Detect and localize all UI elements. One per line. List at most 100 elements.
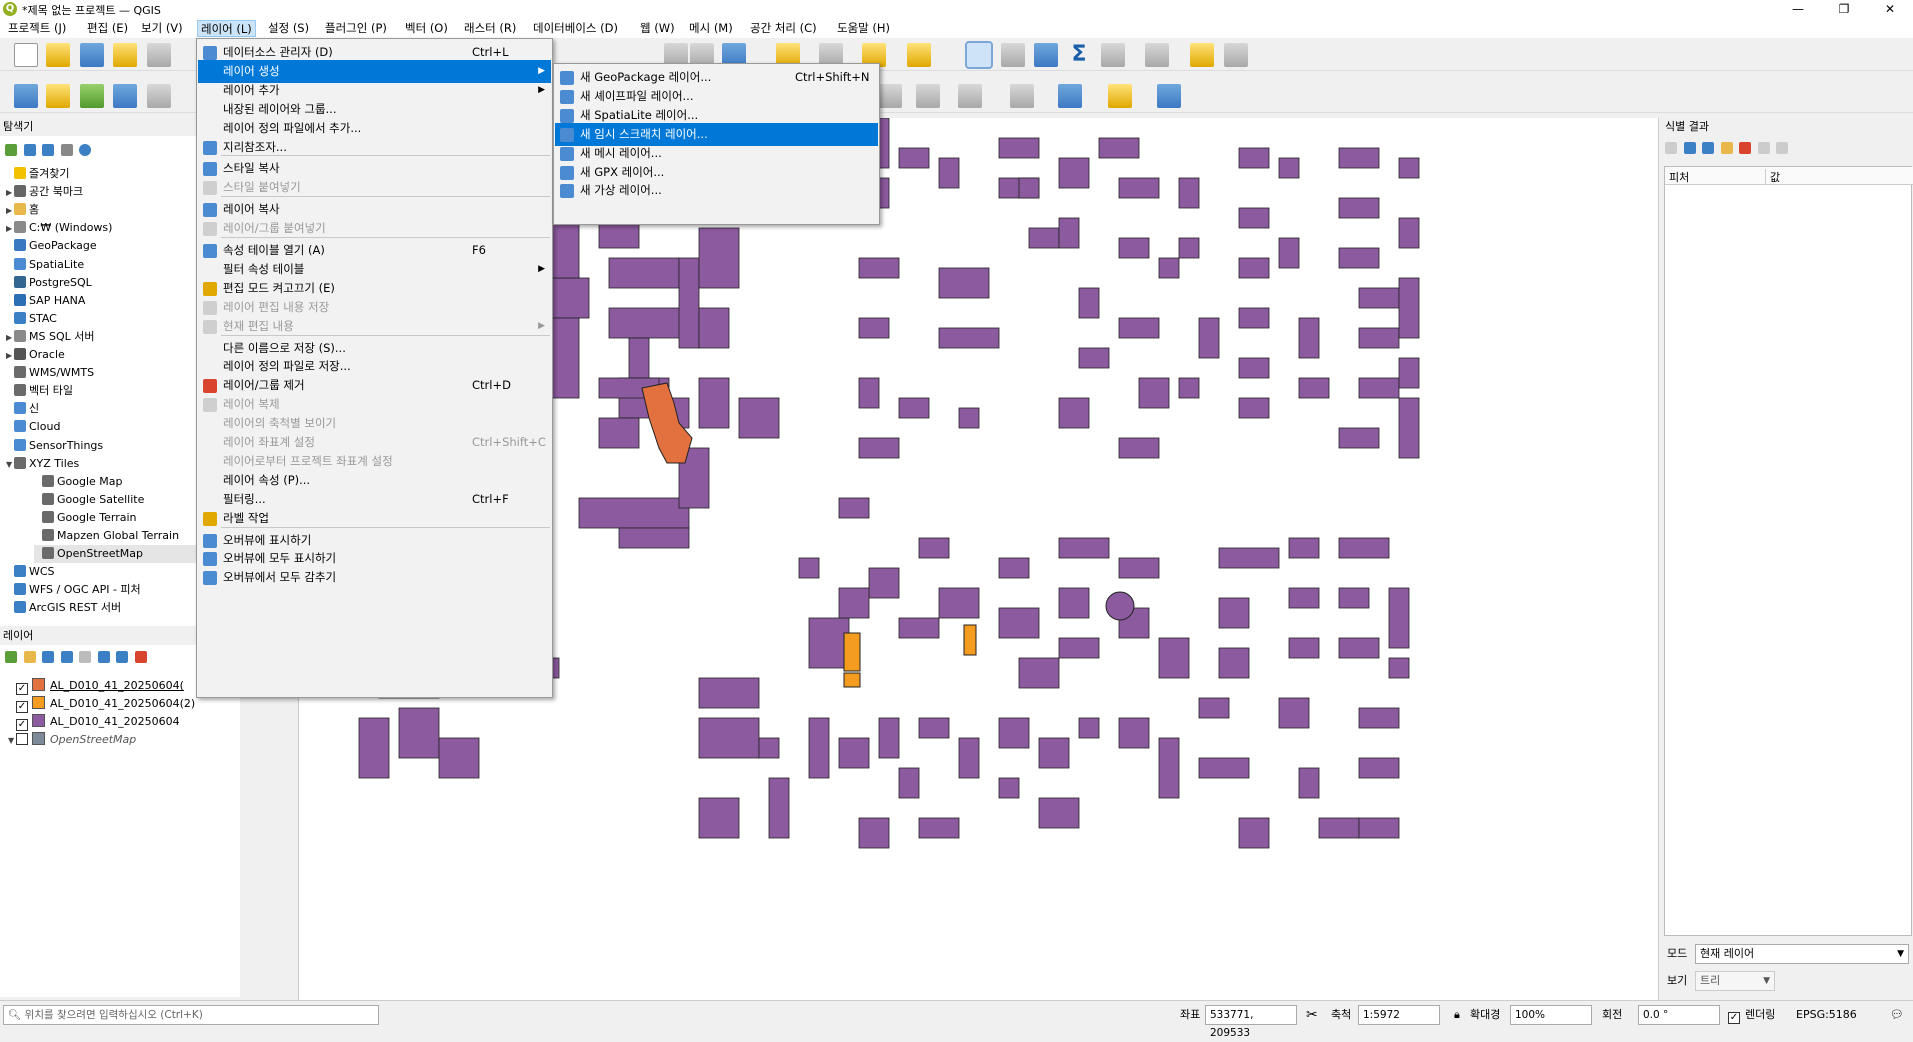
layer-item[interactable]: ✓ AL_D010_41_20250604(2): [8, 695, 195, 713]
field-calculator-icon[interactable]: [1101, 43, 1125, 67]
browser-item[interactable]: ▼ XYZ Tiles: [6, 455, 79, 473]
clear-results-icon[interactable]: [1739, 142, 1751, 154]
add-selected-icon[interactable]: [5, 144, 17, 156]
minimize-icon[interactable]: —: [1775, 0, 1821, 18]
annotation-icon[interactable]: [1190, 43, 1214, 67]
refresh-browser-icon[interactable]: [23, 144, 36, 156]
menu-mesh[interactable]: 메시 (M): [686, 20, 736, 37]
browser-item[interactable]: SensorThings: [6, 437, 103, 455]
browser-item[interactable]: WFS / OGC API - 피처: [6, 581, 141, 599]
browser-item[interactable]: Google Terrain: [34, 509, 137, 527]
expand-all-icon[interactable]: [97, 651, 110, 663]
toolbox-gear-icon[interactable]: [1034, 43, 1058, 67]
digitize-icon[interactable]: [878, 84, 902, 108]
browser-item[interactable]: SpatiaLite: [6, 256, 84, 274]
browser-item[interactable]: WMS/WMTS: [6, 364, 94, 382]
add-layer-icon[interactable]: [14, 84, 38, 108]
column-value[interactable]: 값: [1765, 169, 1780, 185]
chevron-right-icon[interactable]: ▶: [6, 220, 14, 238]
info-icon[interactable]: [79, 144, 91, 156]
menu-vector[interactable]: 벡터 (O): [402, 20, 451, 37]
python-icon[interactable]: [1108, 84, 1132, 108]
open-project-icon[interactable]: [46, 43, 70, 67]
menu-item[interactable]: 오버뷰에서 모두 감추기: [198, 566, 551, 589]
node-tool-icon[interactable]: [916, 84, 940, 108]
browser-item[interactable]: SAP HANA: [6, 292, 85, 310]
mode-select[interactable]: 현재 레이어 ▼: [1695, 944, 1909, 964]
collapse-all-icon[interactable]: [60, 144, 73, 156]
menu-edit[interactable]: 편집 (E): [84, 20, 131, 37]
maximize-icon[interactable]: ❐: [1821, 0, 1867, 18]
close-icon[interactable]: ✕: [1867, 0, 1913, 18]
browser-item[interactable]: GeoPackage: [6, 237, 97, 255]
browser-item[interactable]: ▶ C:₩ (Windows): [6, 219, 112, 237]
add-raster-icon[interactable]: [80, 84, 104, 108]
menu-plugins[interactable]: 플러그인 (P): [322, 20, 390, 37]
chevron-right-icon[interactable]: ▶: [6, 184, 14, 202]
identify-table[interactable]: 피처 값: [1664, 166, 1913, 936]
browser-item[interactable]: ▶ Oracle: [6, 346, 65, 364]
copy-feature-icon[interactable]: [1757, 142, 1770, 154]
layer-item[interactable]: ✓ AL_D010_41_20250604(: [8, 677, 184, 695]
identify-icon[interactable]: [965, 41, 993, 69]
help-icon[interactable]: [1157, 84, 1181, 108]
identify-select-icon[interactable]: [1720, 142, 1733, 154]
scale-field[interactable]: 1:5972: [1358, 1005, 1440, 1025]
browser-item[interactable]: STAC: [6, 310, 57, 328]
chevron-right-icon[interactable]: ▶: [6, 202, 14, 220]
menu-item[interactable]: 새 가상 레이어...: [555, 179, 878, 202]
zoom-icon[interactable]: [1224, 43, 1248, 67]
move-feature-icon[interactable]: [958, 84, 982, 108]
add-group-icon[interactable]: [23, 651, 36, 663]
remove-layer-icon[interactable]: [134, 651, 147, 663]
new-project-icon[interactable]: [14, 43, 38, 67]
filter-icon[interactable]: [42, 144, 54, 156]
browser-item[interactable]: Cloud: [6, 418, 60, 436]
browser-item[interactable]: PostgreSQL: [6, 274, 92, 292]
collapse-all-layers-icon[interactable]: [116, 651, 128, 663]
menu-help[interactable]: 도움말 (H): [834, 20, 893, 37]
manage-map-themes-icon[interactable]: [42, 651, 54, 663]
menu-view[interactable]: 보기 (V): [138, 20, 186, 37]
render-checkbox[interactable]: ✓: [1728, 1005, 1744, 1025]
locator-input[interactable]: 🔍︎ 위치를 찾으려면 입력하십시오 (Ctrl+K): [3, 1005, 379, 1025]
coordinate-toggle-icon[interactable]: ✂: [1306, 1005, 1318, 1025]
browser-item[interactable]: Google Satellite: [34, 491, 144, 509]
statistics-sigma-icon[interactable]: Σ: [1067, 43, 1091, 67]
collapse-tree-icon[interactable]: [1702, 142, 1714, 154]
browser-item[interactable]: ArcGIS REST 서버: [6, 599, 121, 617]
browser-item[interactable]: ▶ 홈: [6, 201, 39, 219]
print-results-icon[interactable]: [1776, 142, 1788, 154]
browser-item[interactable]: ▶ 공간 북마크: [6, 183, 83, 201]
expand-arrow-icon[interactable]: ▼: [8, 732, 16, 750]
layer-visibility-checkbox[interactable]: [16, 733, 28, 745]
expand-tree-icon[interactable]: [1665, 142, 1677, 154]
browser-item[interactable]: OpenStreetMap: [34, 545, 212, 564]
menu-web[interactable]: 웹 (W): [637, 20, 678, 37]
menu-project[interactable]: 프로젝트 (J): [5, 20, 69, 37]
layer-visibility-checkbox[interactable]: ✓: [16, 701, 28, 713]
layer-visibility-checkbox[interactable]: ✓: [16, 683, 28, 695]
add-vector-icon[interactable]: [46, 84, 70, 108]
delete-feature-icon[interactable]: [1010, 84, 1034, 108]
add-csv-icon[interactable]: [147, 84, 171, 108]
browser-item[interactable]: 즐겨찾기: [6, 165, 69, 183]
menu-layer[interactable]: 레이어 (L): [197, 20, 256, 37]
add-wms-icon[interactable]: [113, 84, 137, 108]
style-icon[interactable]: [5, 651, 17, 663]
lock-icon[interactable]: 🔒︎: [1454, 1005, 1460, 1025]
menu-raster[interactable]: 래스터 (R): [461, 20, 519, 37]
chevron-right-icon[interactable]: ▶: [6, 347, 14, 365]
magnifier-field[interactable]: 100%: [1510, 1005, 1592, 1025]
overview-globe-icon[interactable]: [1058, 84, 1082, 108]
layer-item[interactable]: ▼ OpenStreetMap: [8, 731, 136, 749]
filter-expression-icon[interactable]: [79, 651, 91, 663]
menu-settings[interactable]: 설정 (S): [265, 20, 312, 37]
rotation-field[interactable]: 0.0 °: [1638, 1005, 1720, 1025]
layer-item[interactable]: ✓ AL_D010_41_20250604: [8, 713, 180, 731]
column-feature[interactable]: 피처: [1669, 169, 1689, 185]
view-select[interactable]: 트리 ▼: [1695, 971, 1775, 991]
filter-legend-icon[interactable]: [60, 651, 73, 663]
browser-item[interactable]: ▶ MS SQL 서버: [6, 328, 94, 346]
crs-label[interactable]: EPSG:5186: [1796, 1005, 1857, 1025]
